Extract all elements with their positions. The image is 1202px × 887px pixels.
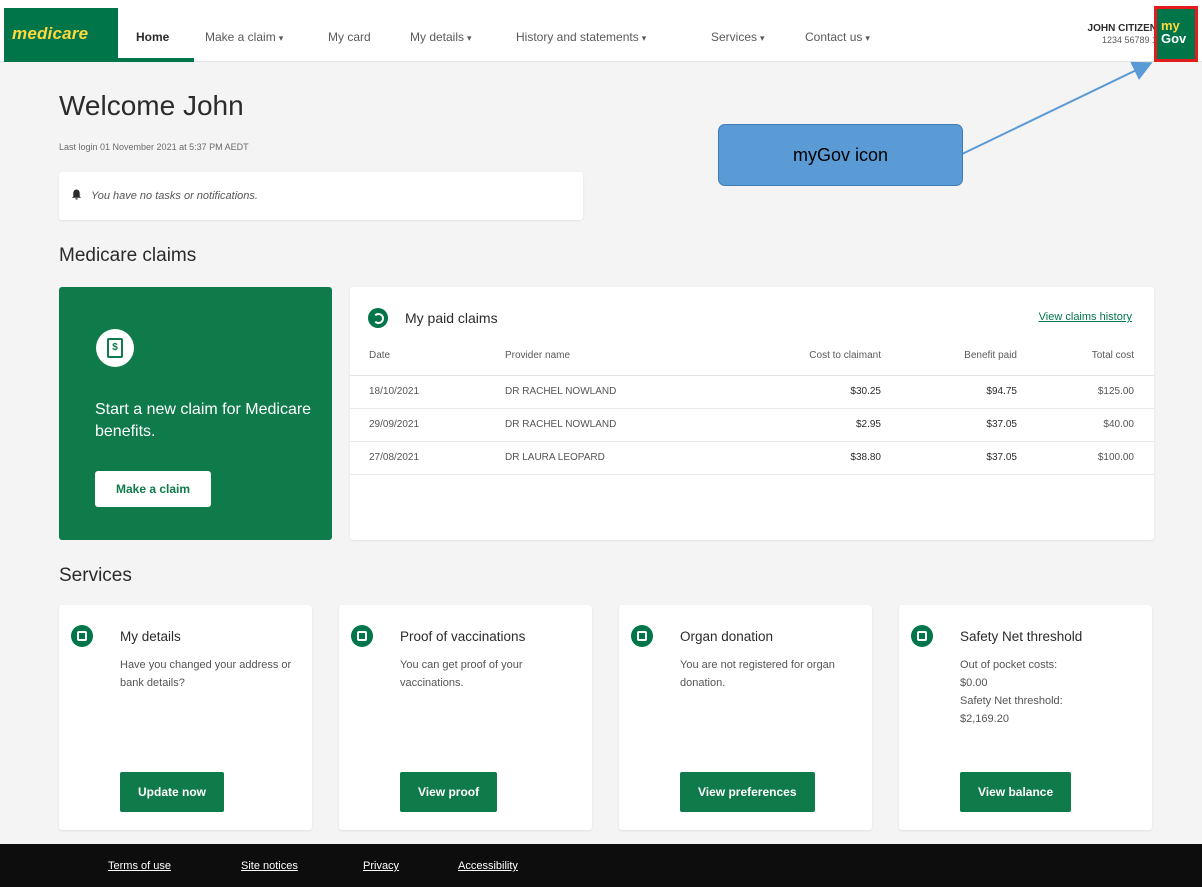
- service-card-my-details: My details Have you changed your address…: [59, 605, 312, 830]
- table-row: 27/08/2021 DR LAURA LEOPARD $38.80 $37.0…: [350, 441, 1154, 475]
- chevron-down-icon: ▾: [760, 33, 765, 43]
- column-header-date: Date: [350, 337, 505, 376]
- paid-claims-card: My paid claims View claims history Date …: [350, 287, 1154, 540]
- cell-total: $40.00: [1017, 408, 1154, 442]
- service-card-safety-net: Safety Net threshold Out of pocket costs…: [899, 605, 1152, 830]
- active-tab-indicator: [118, 58, 194, 62]
- claims-section-title: Medicare claims: [59, 245, 197, 266]
- chevron-down-icon: ▾: [467, 33, 472, 43]
- cell-cost: $30.25: [735, 375, 883, 409]
- history-icon: [368, 308, 388, 328]
- document-dollar-icon: $: [96, 329, 134, 367]
- page-title: Welcome John: [59, 90, 244, 121]
- safety-net-label: Safety Net threshold:: [960, 695, 1063, 707]
- chevron-down-icon: ▾: [278, 33, 284, 43]
- mygov-label-gov: Gov: [1161, 31, 1187, 46]
- new-claim-text: Start a new claim for Medicare benefits.: [95, 401, 312, 440]
- user-name: JOHN CITIZEN: [1087, 23, 1157, 34]
- syringe-icon: [351, 625, 373, 647]
- table-row: 18/10/2021 DR RACHEL NOWLAND $30.25 $94.…: [350, 375, 1154, 409]
- notification-text: You have no tasks or notifications.: [91, 190, 258, 202]
- cell-benefit: $37.05: [883, 408, 1017, 442]
- services-section-title: Services: [59, 565, 132, 586]
- service-card-organ-donation: Organ donation You are not registered fo…: [619, 605, 872, 830]
- view-balance-button[interactable]: View balance: [960, 772, 1072, 812]
- view-preferences-button[interactable]: View preferences: [680, 772, 815, 812]
- view-claims-history-link[interactable]: View claims history: [1039, 311, 1132, 323]
- nav-make-a-claim[interactable]: Make a claim ▾: [205, 30, 283, 44]
- id-card-icon: [71, 625, 93, 647]
- cell-cost: $2.95: [735, 408, 883, 442]
- notification-panel: You have no tasks or notifications.: [59, 172, 583, 220]
- heart-icon: [631, 625, 653, 647]
- service-title: My details: [120, 629, 181, 644]
- cell-benefit: $94.75: [883, 375, 1017, 409]
- table-header-row: Date Provider name Cost to claimant Bene…: [350, 337, 1154, 376]
- cell-date: 27/08/2021: [350, 441, 505, 475]
- service-card-proof-of-vaccinations: Proof of vaccinations You can get proof …: [339, 605, 592, 830]
- cell-provider: DR RACHEL NOWLAND: [505, 408, 735, 442]
- mygov-icon[interactable]: my Gov: [1154, 6, 1198, 62]
- column-header-total: Total cost: [1017, 337, 1154, 376]
- service-description: Have you changed your address or bank de…: [120, 659, 292, 689]
- chevron-down-icon: ▾: [865, 33, 870, 43]
- nav-my-details[interactable]: My details ▾: [410, 30, 472, 44]
- paid-claims-table: Date Provider name Cost to claimant Bene…: [350, 337, 1154, 475]
- site-notices-link[interactable]: Site notices: [241, 860, 298, 872]
- privacy-link[interactable]: Privacy: [363, 860, 399, 872]
- footer: Terms of use Site notices Privacy Access…: [0, 844, 1202, 887]
- table-row: 29/09/2021 DR RACHEL NOWLAND $2.95 $37.0…: [350, 408, 1154, 442]
- nav-services[interactable]: Services ▾: [711, 30, 765, 44]
- make-a-claim-button[interactable]: Make a claim: [95, 471, 211, 507]
- top-navigation: medicare Home Make a claim ▾ My card My d…: [0, 0, 1202, 62]
- service-description: Out of pocket costs: $0.00 Safety Net th…: [960, 656, 1140, 728]
- out-of-pocket-value: $0.00: [960, 677, 988, 689]
- view-proof-button[interactable]: View proof: [400, 772, 498, 812]
- user-crn: 1234 56789 1: [1101, 35, 1157, 45]
- nav-my-card[interactable]: My card: [328, 30, 371, 44]
- safety-net-icon: [911, 625, 933, 647]
- callout-label: myGov icon: [718, 124, 963, 186]
- column-header-benefit: Benefit paid: [883, 337, 1017, 376]
- service-description: You can get proof of your vaccinations.: [400, 659, 523, 689]
- nav-home[interactable]: Home: [136, 30, 169, 44]
- last-login: Last login 01 November 2021 at 5:37 PM A…: [59, 142, 249, 152]
- cell-cost: $38.80: [735, 441, 883, 475]
- paid-claims-title: My paid claims: [405, 310, 498, 326]
- cell-provider: DR RACHEL NOWLAND: [505, 375, 735, 409]
- accessibility-link[interactable]: Accessibility: [458, 860, 518, 872]
- chevron-down-icon: ▾: [641, 33, 647, 43]
- cell-date: 29/09/2021: [350, 408, 505, 442]
- cell-total: $100.00: [1017, 441, 1154, 475]
- new-claim-card: $ Start a new claim for Medicare benefit…: [59, 287, 332, 540]
- service-title: Proof of vaccinations: [400, 629, 526, 644]
- service-title: Organ donation: [680, 629, 774, 644]
- service-title: Safety Net threshold: [960, 629, 1083, 644]
- cell-benefit: $37.05: [883, 441, 1017, 475]
- cell-date: 18/10/2021: [350, 375, 505, 409]
- nav-contact-us[interactable]: Contact us ▾: [805, 30, 870, 44]
- cell-total: $125.00: [1017, 375, 1154, 409]
- cell-provider: DR LAURA LEOPARD: [505, 441, 735, 475]
- bell-icon: [71, 189, 82, 200]
- out-of-pocket-label: Out of pocket costs:: [960, 659, 1058, 671]
- column-header-cost: Cost to claimant: [735, 337, 883, 376]
- update-now-button[interactable]: Update now: [120, 772, 224, 812]
- column-header-provider: Provider name: [505, 337, 735, 376]
- safety-net-value: $2,169.20: [960, 713, 1009, 725]
- nav-history-and-statements[interactable]: History and statements ▾: [516, 30, 646, 44]
- medicare-logo[interactable]: medicare: [4, 8, 118, 62]
- terms-of-use-link[interactable]: Terms of use: [108, 860, 171, 872]
- service-description: You are not registered for organ donatio…: [680, 659, 835, 689]
